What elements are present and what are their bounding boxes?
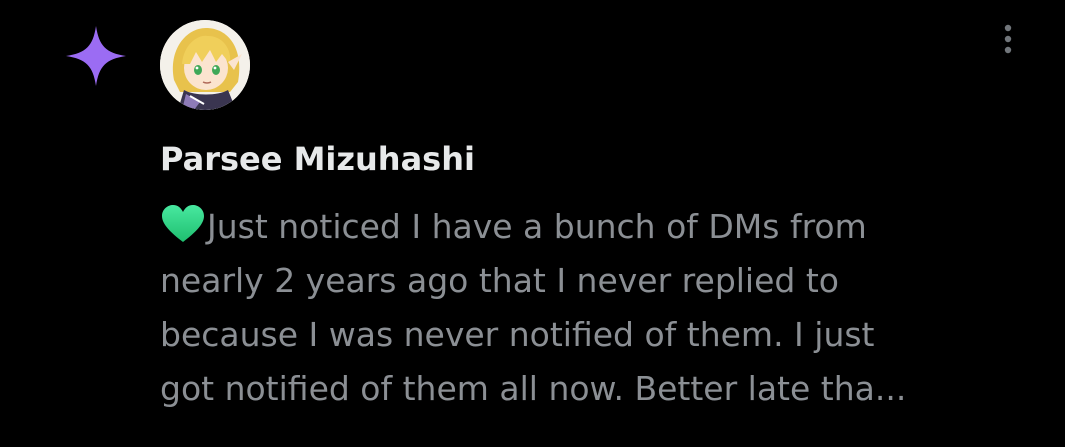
post-text: Just noticed I have a bunch of DMs from …	[160, 200, 1040, 416]
post-text-line: Just noticed I have a bunch of DMs from	[160, 200, 1040, 254]
post-text-line-1: Just noticed I have a bunch of DMs from	[207, 207, 867, 246]
post-text-line-3: because I was never notified of them. I …	[160, 315, 875, 354]
post-text-line-4: got notified of them all now. Better lat…	[160, 369, 907, 408]
author-name[interactable]: Parsee Mizuhashi	[160, 138, 475, 180]
more-vertical-icon[interactable]	[996, 22, 1020, 58]
post-text-line-2: nearly 2 years ago that I never replied …	[160, 261, 839, 300]
green-heart-icon	[160, 204, 206, 244]
avatar[interactable]	[160, 20, 250, 110]
sparkle-icon	[60, 20, 132, 92]
